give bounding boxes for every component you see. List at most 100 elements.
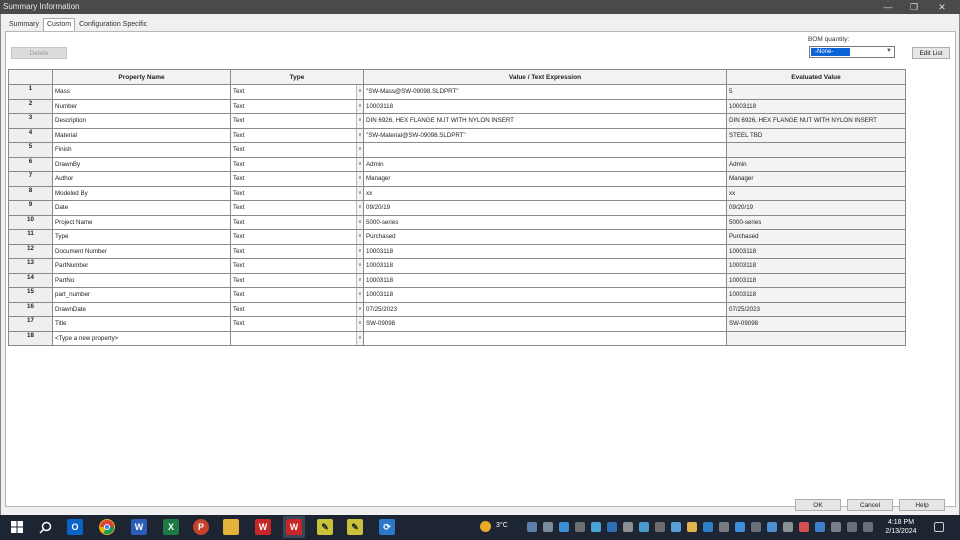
- tray-app-icon[interactable]: [655, 522, 665, 532]
- value-cell[interactable]: SW-09098: [363, 316, 727, 332]
- table-row[interactable]: 4 Material Text ∨ "SW-Material@SW-09098.SLDP…: [8, 127, 906, 143]
- word-icon[interactable]: W: [131, 519, 147, 535]
- tray-app-icon[interactable]: [591, 522, 601, 532]
- type-cell[interactable]: Text ∨: [230, 113, 364, 129]
- property-name-cell[interactable]: Title: [52, 316, 231, 332]
- close-icon[interactable]: ✕: [930, 0, 954, 14]
- type-cell[interactable]: Text ∨: [230, 258, 364, 274]
- tray-app-icon[interactable]: [751, 522, 761, 532]
- value-cell[interactable]: "SW-Mass@SW-09098.SLDPRT": [363, 84, 727, 100]
- start-icon[interactable]: [9, 519, 25, 535]
- type-dropdown-icon[interactable]: ∨: [356, 186, 363, 200]
- type-dropdown-icon[interactable]: ∨: [356, 259, 363, 273]
- type-dropdown-icon[interactable]: ∨: [356, 302, 363, 316]
- network-icon[interactable]: ⟳: [379, 519, 395, 535]
- property-name-cell[interactable]: Description: [52, 113, 231, 129]
- table-row[interactable]: 15 part_number Text ∨ 10003118 10003118: [8, 287, 906, 303]
- type-cell[interactable]: ∨: [230, 330, 364, 346]
- property-name-cell[interactable]: Type: [52, 229, 231, 245]
- type-cell[interactable]: Text ∨: [230, 127, 364, 143]
- minimize-icon[interactable]: —: [876, 0, 900, 14]
- tray-app-icon[interactable]: [543, 522, 553, 532]
- type-dropdown-icon[interactable]: ∨: [356, 288, 363, 302]
- value-cell[interactable]: "SW-Material@SW-09098.SLDPRT": [363, 127, 727, 143]
- type-cell[interactable]: Text ∨: [230, 142, 364, 158]
- table-row[interactable]: 17 Title Text ∨ SW-09098 SW-09098: [8, 316, 906, 332]
- wifi-icon[interactable]: [847, 522, 857, 532]
- type-dropdown-icon[interactable]: ∨: [356, 201, 363, 215]
- table-row[interactable]: 6 DrawnBy Text ∨ Admin Admin: [8, 156, 906, 172]
- tray-app-icon[interactable]: [607, 522, 617, 532]
- tray-app-icon[interactable]: [767, 522, 777, 532]
- volume-icon[interactable]: [863, 522, 873, 532]
- table-row[interactable]: 1 Mass Text ∨ "SW-Mass@SW-09098.SLDPRT" 5: [8, 84, 906, 100]
- value-cell[interactable]: 10003118: [363, 287, 727, 303]
- value-cell[interactable]: 09/20/19: [363, 200, 727, 216]
- type-dropdown-icon[interactable]: ∨: [356, 157, 363, 171]
- weather-icon[interactable]: [480, 521, 491, 532]
- property-name-cell[interactable]: Number: [52, 98, 231, 114]
- type-cell[interactable]: Text ∨: [230, 287, 364, 303]
- property-name-cell[interactable]: <Type a new property>: [52, 330, 231, 346]
- edit-list-button[interactable]: Edit List: [912, 47, 950, 59]
- table-row[interactable]: 18 <Type a new property> ∨: [8, 330, 906, 346]
- taskbar-clock[interactable]: 4:18 PM 2/13/2024: [880, 518, 922, 536]
- property-name-cell[interactable]: Finish: [52, 142, 231, 158]
- property-name-cell[interactable]: Author: [52, 171, 231, 187]
- delete-button[interactable]: Delete: [11, 47, 67, 59]
- tray-app-icon[interactable]: [719, 522, 729, 532]
- type-cell[interactable]: Text ∨: [230, 200, 364, 216]
- type-dropdown-icon[interactable]: ∨: [356, 244, 363, 258]
- table-row[interactable]: 3 Description Text ∨ DIN 6926, HEX FLANGE NU…: [8, 113, 906, 129]
- powerpoint-icon[interactable]: P: [193, 519, 209, 535]
- table-row[interactable]: 10 Project Name Text ∨ 5000-series 5000-serie…: [8, 214, 906, 230]
- type-cell[interactable]: Text ∨: [230, 301, 364, 317]
- app-icon-2[interactable]: ✎: [347, 519, 363, 535]
- type-dropdown-icon[interactable]: ∨: [356, 128, 363, 142]
- property-name-cell[interactable]: part_number: [52, 287, 231, 303]
- tray-app-icon[interactable]: [575, 522, 585, 532]
- type-cell[interactable]: Text ∨: [230, 272, 364, 288]
- value-cell[interactable]: Manager: [363, 171, 727, 187]
- type-dropdown-icon[interactable]: ∨: [356, 143, 363, 157]
- tray-app-icon[interactable]: [703, 522, 713, 532]
- property-name-cell[interactable]: Modeled By: [52, 185, 231, 201]
- type-cell[interactable]: Text ∨: [230, 243, 364, 259]
- file-explorer-icon[interactable]: [223, 519, 239, 535]
- property-name-cell[interactable]: Project Name: [52, 214, 231, 230]
- bom-quantity-select[interactable]: -None- ▼: [809, 46, 895, 58]
- table-row[interactable]: 8 Modeled By Text ∨ xx xx: [8, 185, 906, 201]
- tray-app-icon[interactable]: [831, 522, 841, 532]
- type-dropdown-icon[interactable]: ∨: [356, 114, 363, 128]
- tray-app-icon[interactable]: [687, 522, 697, 532]
- type-dropdown-icon[interactable]: ∨: [356, 85, 363, 99]
- property-name-cell[interactable]: Mass: [52, 84, 231, 100]
- type-dropdown-icon[interactable]: ∨: [356, 331, 363, 345]
- property-name-cell[interactable]: DrawnBy: [52, 156, 231, 172]
- value-cell[interactable]: DIN 6926, HEX FLANGE NUT WITH NYLON INSE…: [363, 113, 727, 129]
- type-cell[interactable]: Text ∨: [230, 316, 364, 332]
- outlook-icon[interactable]: O: [67, 519, 83, 535]
- value-cell[interactable]: 5000-series: [363, 214, 727, 230]
- type-cell[interactable]: Text ∨: [230, 156, 364, 172]
- value-cell[interactable]: 10003118: [363, 98, 727, 114]
- value-cell[interactable]: [363, 330, 727, 346]
- value-cell[interactable]: 10003118: [363, 258, 727, 274]
- type-cell[interactable]: Text ∨: [230, 229, 364, 245]
- table-row[interactable]: 9 Date Text ∨ 09/20/19 09/20/19: [8, 200, 906, 216]
- property-name-cell[interactable]: Document Number: [52, 243, 231, 259]
- property-name-cell[interactable]: Material: [52, 127, 231, 143]
- type-dropdown-icon[interactable]: ∨: [356, 172, 363, 186]
- chrome-icon[interactable]: [99, 519, 115, 535]
- solidworks-icon[interactable]: W: [255, 519, 271, 535]
- excel-icon[interactable]: X: [163, 519, 179, 535]
- help-button[interactable]: Help: [899, 499, 945, 511]
- table-row[interactable]: 5 Finish Text ∨: [8, 142, 906, 158]
- table-row[interactable]: 14 PartNo Text ∨ 10003118 10003118: [8, 272, 906, 288]
- tab-configuration-specific[interactable]: Configuration Specific: [75, 18, 151, 31]
- maximize-icon[interactable]: ❐: [902, 0, 926, 14]
- cancel-button[interactable]: Cancel: [847, 499, 893, 511]
- bluetooth-icon[interactable]: [815, 522, 825, 532]
- search-icon[interactable]: [37, 519, 53, 535]
- property-name-cell[interactable]: PartNumber: [52, 258, 231, 274]
